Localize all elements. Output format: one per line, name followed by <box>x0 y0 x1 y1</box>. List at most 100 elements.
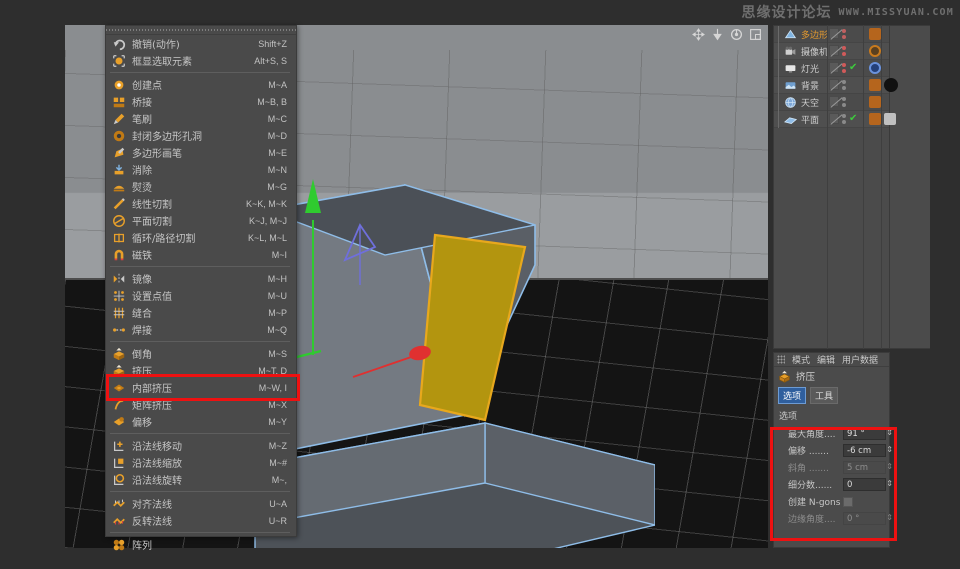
object-tag-row[interactable]: ✔ <box>827 110 930 127</box>
protection-tag[interactable] <box>869 44 881 57</box>
menu-item-iron[interactable]: 熨烫 M~G <box>106 178 296 195</box>
menu-item-set-point-value[interactable]: 设置点值 M~U <box>106 287 296 304</box>
object-name[interactable]: 背景 <box>801 79 819 92</box>
rotate-view-icon[interactable] <box>730 28 743 41</box>
visibility-dot[interactable] <box>842 102 846 107</box>
menu-tear-off-handle[interactable] <box>106 26 296 35</box>
property-row[interactable]: 最大角度.... 91 ° ⇕ <box>774 425 893 442</box>
object-name[interactable]: 多边形 <box>801 28 828 41</box>
light-icon[interactable] <box>783 61 797 75</box>
menu-item-matrix-extrude[interactable]: 矩阵挤压 M~X <box>106 396 296 413</box>
enabled-check-icon[interactable]: ✔ <box>849 113 857 124</box>
layer-slash-icon[interactable] <box>829 45 839 56</box>
menu-item-mirror[interactable]: 镜像 M~H <box>106 270 296 287</box>
attr-menu-mode[interactable]: 模式 <box>792 353 810 366</box>
property-row[interactable]: 创建 N-gons <box>774 493 889 510</box>
menu-item-undo[interactable]: 撤销(动作) Shift+Z <box>106 35 296 52</box>
object-name[interactable]: 平面 <box>801 113 819 126</box>
property-spinner[interactable]: ⇕ <box>886 514 893 522</box>
menu-item-bevel[interactable]: 倒角 M~S <box>106 345 296 362</box>
layer-slash-icon[interactable] <box>829 28 839 39</box>
menu-item-weld[interactable]: 焊接 M~Q <box>106 321 296 338</box>
menu-item-stitch-sew[interactable]: 缝合 M~P <box>106 304 296 321</box>
compositing-tag[interactable] <box>884 112 897 125</box>
property-spinner[interactable]: ⇕ <box>886 429 893 437</box>
visibility-dot[interactable] <box>842 119 846 124</box>
visibility-dot[interactable] <box>842 96 846 101</box>
visibility-dot[interactable] <box>842 51 846 56</box>
menu-item-line-cut[interactable]: 线性切割 K~K, M~K <box>106 195 296 212</box>
viewport-nav-icons[interactable] <box>692 28 762 41</box>
menu-grip-icon[interactable] <box>777 355 785 364</box>
property-input[interactable]: 91 ° ⇕ <box>843 427 893 440</box>
menu-item-offset[interactable]: 偏移 M~Y <box>106 413 296 430</box>
property-row[interactable]: 细分数...... 0 ⇕ <box>774 476 893 493</box>
attribute-tabs[interactable]: 选项 工具 <box>774 385 889 407</box>
menu-item-scale-along-normal[interactable]: 沿法线缩放 M~# <box>106 454 296 471</box>
property-checkbox[interactable] <box>843 496 853 507</box>
texture-preview[interactable] <box>884 77 898 92</box>
menu-item-inner-extrude[interactable]: 内部挤压 M~W, I <box>106 379 296 396</box>
menu-item-reverse-normals[interactable]: 反转法线 U~R <box>106 512 296 529</box>
object-tag-row[interactable] <box>827 76 930 93</box>
attribute-manager[interactable]: 模式 编辑 用户数据 挤压 选项 工具 选项 最大角度.... 91 ° ⇕ 偏移 .… <box>773 352 893 548</box>
property-row[interactable]: 偏移 ....... -6 cm ⇕ <box>774 442 893 459</box>
object-tag-row[interactable] <box>827 25 930 42</box>
visibility-dot[interactable] <box>842 45 846 50</box>
polygon-model[interactable] <box>235 165 655 548</box>
object-manager-tag-strip[interactable]: ✔ ✔ <box>827 25 930 349</box>
attr-menu-edit[interactable]: 编辑 <box>817 353 835 366</box>
property-spinner[interactable]: ⇕ <box>886 463 893 471</box>
material-tag[interactable] <box>869 95 881 108</box>
menu-item-melt[interactable]: 消除 M~N <box>106 161 296 178</box>
mesh-commands-menu[interactable]: 撤销(动作) Shift+Z 框显选取元素 Alt+S, S 创建点 M~A 桥接 M~B, … <box>105 25 300 552</box>
menu-item-plane-cut[interactable]: 平面切割 K~J, M~J <box>106 212 296 229</box>
target-tag[interactable] <box>869 61 882 74</box>
layer-slash-icon[interactable] <box>829 79 839 90</box>
menu-item-bridge[interactable]: 桥接 M~B, B <box>106 93 296 110</box>
property-row[interactable]: 斜角 ....... 5 cm ⇕ <box>774 459 893 476</box>
visibility-dot[interactable] <box>842 113 846 118</box>
object-name[interactable]: 灯光 <box>801 62 819 75</box>
visibility-dot[interactable] <box>842 79 846 84</box>
visibility-dot[interactable] <box>842 62 846 67</box>
layer-slash-icon[interactable] <box>829 62 839 73</box>
layer-slash-icon[interactable] <box>829 113 839 124</box>
property-input[interactable]: 0 ° ⇕ <box>843 512 893 525</box>
camera-icon[interactable] <box>783 44 797 58</box>
background-icon[interactable] <box>783 78 797 92</box>
property-input[interactable]: -6 cm ⇕ <box>843 444 893 457</box>
menu-item-loop-path-cut[interactable]: 循环/路径切割 K~L, M~L <box>106 229 296 246</box>
material-tag[interactable] <box>869 112 882 125</box>
menu-item-create-point[interactable]: 创建点 M~A <box>106 76 296 93</box>
dolly-view-icon[interactable] <box>711 28 724 41</box>
plane-icon[interactable] <box>783 112 797 126</box>
material-tag[interactable] <box>869 27 881 40</box>
tab-tool[interactable]: 工具 <box>810 387 839 404</box>
move-view-icon[interactable] <box>692 28 705 41</box>
object-tag-row[interactable] <box>827 42 930 59</box>
tab-options[interactable]: 选项 <box>778 387 807 404</box>
menu-item-magnet[interactable]: 磁铁 M~I <box>106 246 296 263</box>
material-tag[interactable] <box>869 78 881 91</box>
visibility-dot[interactable] <box>842 68 846 73</box>
property-spinner[interactable]: ⇕ <box>886 446 893 454</box>
menu-item-brush[interactable]: 笔刷 M~C <box>106 110 296 127</box>
visibility-dot[interactable] <box>842 34 846 39</box>
menu-item-rotate-along-normal[interactable]: 沿法线旋转 M~, <box>106 471 296 488</box>
menu-item-frame-selection[interactable]: 框显选取元素 Alt+S, S <box>106 52 296 69</box>
object-name[interactable]: 天空 <box>801 96 819 109</box>
menu-item-polygon-pen[interactable]: 多边形画笔 M~E <box>106 144 296 161</box>
menu-item-extrude[interactable]: 挤压 M~T, D <box>106 362 296 379</box>
attribute-manager-menubar[interactable]: 模式 编辑 用户数据 <box>774 353 889 367</box>
visibility-dot[interactable] <box>842 28 846 33</box>
enabled-check-icon[interactable]: ✔ <box>849 62 857 73</box>
menu-item-close-polygon-hole[interactable]: 封闭多边形孔洞 M~D <box>106 127 296 144</box>
property-input[interactable]: 5 cm ⇕ <box>843 461 893 474</box>
property-input[interactable]: 0 ⇕ <box>843 478 893 491</box>
maximize-view-icon[interactable] <box>749 28 762 41</box>
visibility-dot[interactable] <box>842 85 846 90</box>
menu-item-align-normals[interactable]: 对齐法线 U~A <box>106 495 296 512</box>
sky-icon[interactable] <box>783 95 797 109</box>
object-tag-row[interactable] <box>827 93 930 110</box>
